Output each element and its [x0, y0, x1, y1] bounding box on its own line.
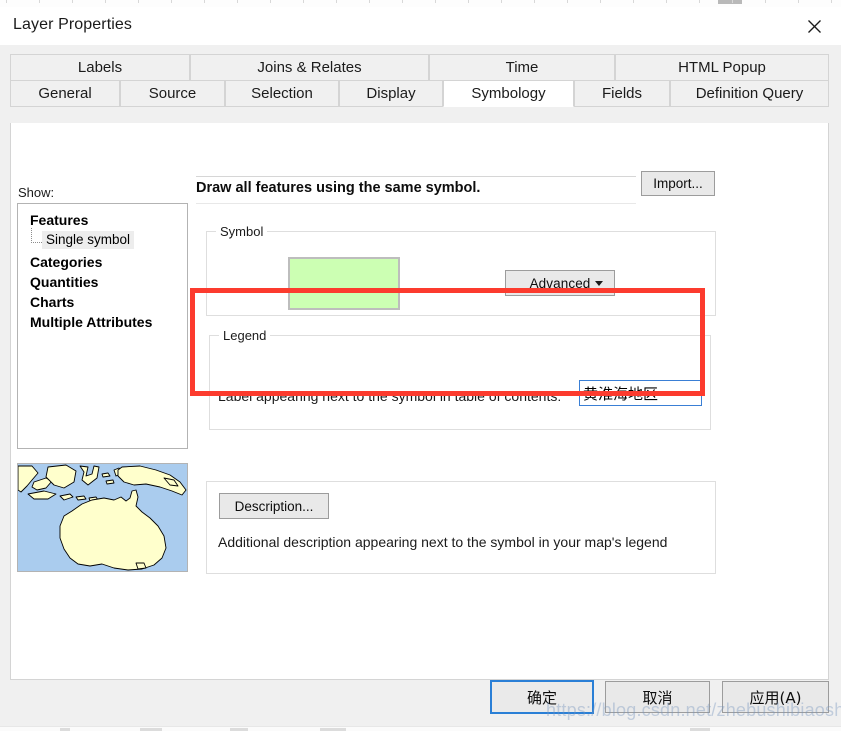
ruler-tick [600, 0, 601, 3]
tree-item-categories[interactable]: Categories [30, 254, 102, 270]
tree-item-features[interactable]: Features [30, 212, 88, 228]
symbol-group-label: Symbol [216, 224, 268, 239]
tree-connector [31, 228, 42, 243]
advanced-button-label: Advanced [529, 275, 591, 291]
ruler-tick [435, 0, 436, 3]
ruler-tick [270, 0, 271, 3]
tab-fields[interactable]: Fields [574, 80, 670, 107]
ruler-tick [138, 0, 139, 3]
symbology-panel: Show: Features Single symbol Categories … [10, 123, 829, 680]
ruler-tick [798, 0, 799, 3]
ruler-tick [6, 0, 7, 3]
ruler-tick [171, 0, 172, 3]
map-thumbnail [17, 463, 188, 572]
advanced-button[interactable]: Advanced [505, 270, 615, 296]
import-button[interactable]: Import... [641, 171, 715, 196]
screen: Layer Properties Labels Joins & Relates … [0, 0, 841, 731]
ok-button[interactable]: 确定 [490, 680, 594, 714]
tab-general[interactable]: General [10, 80, 120, 107]
tab-time[interactable]: Time [429, 54, 615, 81]
ruler-tick [105, 0, 106, 3]
ruler-tick [237, 0, 238, 3]
tree-item-single-symbol[interactable]: Single symbol [42, 231, 135, 249]
ruler-tick [666, 0, 667, 3]
divider-top [196, 176, 636, 177]
ruler-tick [303, 0, 304, 3]
tab-definition-query[interactable]: Definition Query [670, 80, 829, 107]
ruler-tick [39, 0, 40, 3]
tab-joins-relates[interactable]: Joins & Relates [190, 54, 429, 81]
ruler-tick [402, 0, 403, 3]
title-bar: Layer Properties [0, 7, 841, 46]
tab-symbology[interactable]: Symbology [443, 80, 574, 107]
chevron-down-icon [595, 281, 603, 286]
ruler-tick [699, 0, 700, 3]
tree-item-charts[interactable]: Charts [30, 294, 74, 310]
symbol-group [206, 231, 716, 316]
tab-selection[interactable]: Selection [225, 80, 339, 107]
ruler-tick [534, 0, 535, 3]
ruler-tick [501, 0, 502, 3]
ruler-tick [765, 0, 766, 3]
ruler-tick [732, 0, 733, 3]
ruler-tick [204, 0, 205, 3]
ruler-tick [831, 0, 832, 3]
show-label: Show: [18, 185, 55, 200]
tab-source[interactable]: Source [120, 80, 225, 107]
ruler-tick [336, 0, 337, 3]
renderer-tree[interactable]: Features Single symbol Categories Quanti… [17, 203, 188, 449]
tab-html-popup[interactable]: HTML Popup [615, 54, 829, 81]
apply-button[interactable]: 应用(A) [722, 681, 829, 713]
legend-label-input[interactable] [579, 380, 702, 406]
draw-heading: Draw all features using the same symbol. [196, 180, 481, 196]
ruler-tick [567, 0, 568, 3]
ruler-blob [718, 0, 742, 4]
legend-group-label: Legend [219, 328, 271, 343]
ruler-tick [369, 0, 370, 3]
ruler-tick [468, 0, 469, 3]
tab-labels[interactable]: Labels [10, 54, 190, 81]
legend-label-prompt: Label appearing next to the symbol in ta… [218, 388, 562, 404]
symbol-swatch-button[interactable] [288, 257, 400, 310]
tab-display[interactable]: Display [339, 80, 443, 107]
ruler-tick [633, 0, 634, 3]
divider-bottom [196, 203, 636, 204]
close-button[interactable] [787, 7, 841, 45]
window-title: Layer Properties [13, 16, 132, 33]
description-button[interactable]: Description... [219, 493, 329, 519]
tree-item-multiple-attributes[interactable]: Multiple Attributes [30, 314, 152, 330]
tab-strip: Labels Joins & Relates Time HTML Popup G… [10, 54, 829, 107]
close-icon [807, 19, 821, 33]
tree-item-quantities[interactable]: Quantities [30, 274, 98, 290]
dialog-body: Labels Joins & Relates Time HTML Popup G… [0, 45, 841, 731]
ruler-tick [72, 0, 73, 3]
cancel-button[interactable]: 取消 [605, 681, 710, 713]
map-thumbnail-graphic [18, 464, 187, 571]
host-app-bottom-strip [0, 726, 841, 731]
description-hint-text: Additional description appearing next to… [218, 534, 668, 550]
